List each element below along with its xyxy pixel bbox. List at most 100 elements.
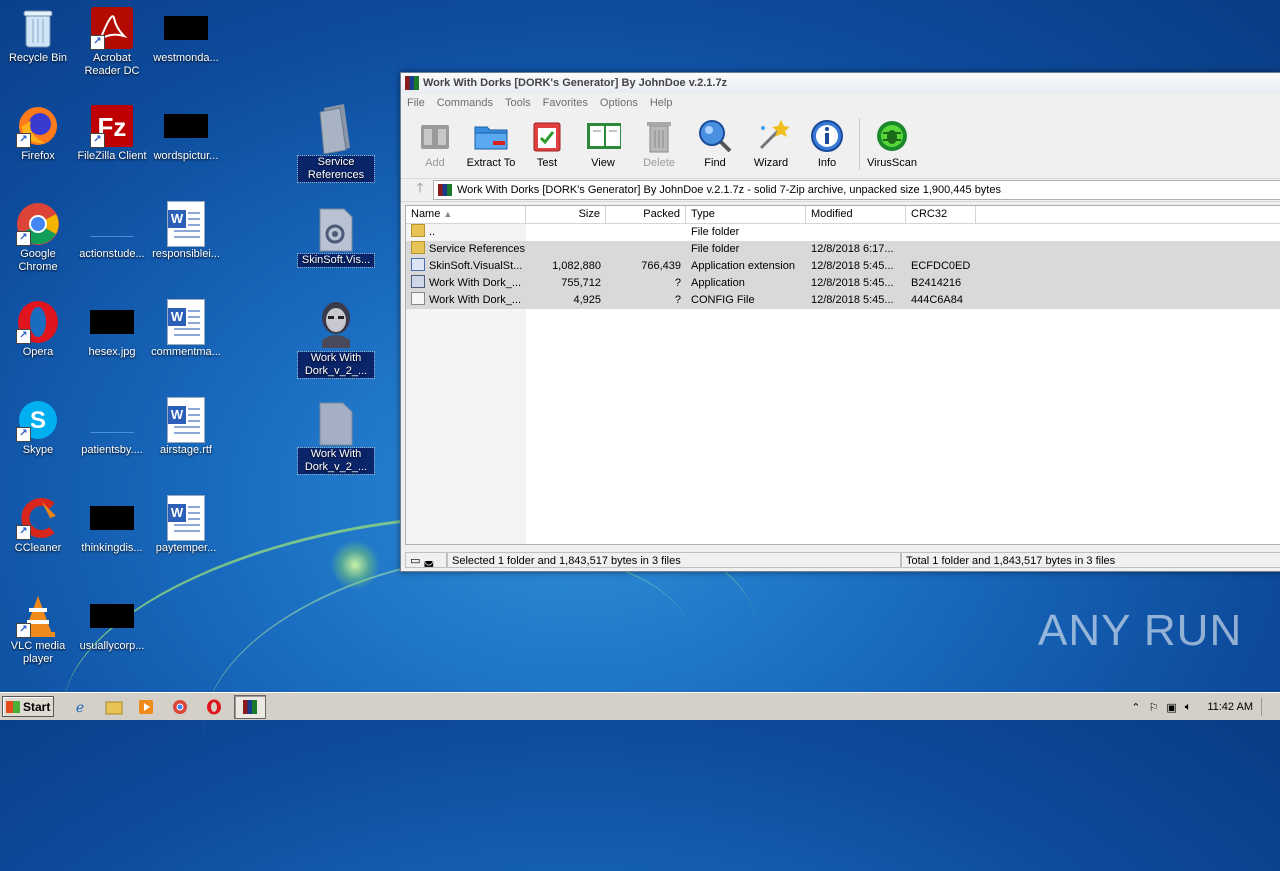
tray-expand-icon[interactable]: ⌃ <box>1131 701 1140 714</box>
column-header-crc32[interactable]: CRC32 <box>906 206 976 223</box>
show-desktop-button[interactable] <box>1261 698 1272 716</box>
desktop-icon-vlc[interactable]: ↗ VLC media player <box>0 594 76 666</box>
table-row[interactable]: Work With Dork_... 4,925? CONFIG File 12/8/… <box>406 292 1280 309</box>
desktop-icon-label: patientsby.... <box>81 444 143 456</box>
taskbar: Start ℯ ⌃ ⚐ ▣ 🔈︎ 11:42 AM <box>0 692 1280 720</box>
word-document-icon: W <box>164 495 208 541</box>
desktop-icon-opera[interactable]: ↗ Opera <box>0 300 76 359</box>
cell-crc: ECFDC0ED <box>911 260 971 272</box>
action-center-flag-icon[interactable]: ⚐ <box>1148 701 1158 714</box>
desktop-icon-wordspictur[interactable]: wordspictur... <box>148 104 224 163</box>
desktop-icon-label: Work With Dork_v_2_... <box>297 447 375 475</box>
desktop-icon-commentma[interactable]: W commentma... <box>148 299 224 359</box>
desktop-icon-patientsby[interactable]: patientsby.... <box>74 398 150 457</box>
desktop-icon-airstage[interactable]: W airstage.rtf <box>148 397 224 457</box>
hacker-mask-icon <box>314 300 358 350</box>
cell-size <box>526 241 606 258</box>
winrar-taskbar-button[interactable] <box>234 695 266 719</box>
desktop-icon-skinsoft[interactable]: SkinSoft.Vis... <box>297 208 375 268</box>
menu-commands[interactable]: Commands <box>437 97 493 109</box>
status-total: Total 1 folder and 1,843,517 bytes in 3 … <box>901 552 1280 568</box>
table-row[interactable]: .. File folder <box>406 224 1280 241</box>
desktop-icon-ccleaner[interactable]: ↗ CCleaner <box>0 496 76 555</box>
desktop-icon-responsiblei[interactable]: W responsiblei... <box>148 201 224 261</box>
column-header-modified[interactable]: Modified <box>806 206 906 223</box>
desktop-icon-filezilla[interactable]: Fz ↗ FileZilla Client <box>74 104 150 163</box>
desktop-icon-skype[interactable]: S ↗ Skype <box>0 398 76 457</box>
table-row[interactable]: SkinSoft.VisualSt... 1,082,880 766,439 Appl… <box>406 258 1280 275</box>
address-bar: 🡑 Work With Dorks [DORK's Generator] By … <box>401 179 1280 202</box>
desktop-icon-firefox[interactable]: ↗ Firefox <box>0 104 76 163</box>
up-arrow-icon[interactable]: 🡑 <box>407 179 433 201</box>
desktop-icon-hesex[interactable]: hesex.jpg <box>74 300 150 359</box>
add-button[interactable]: Add <box>407 116 463 169</box>
archive-path-field[interactable]: Work With Dorks [DORK's Generator] By Jo… <box>433 180 1280 200</box>
column-header-name[interactable]: Name ▲ <box>406 206 526 223</box>
volume-icon[interactable]: 🔈︎ <box>1185 701 1192 714</box>
info-button[interactable]: Info <box>799 116 855 169</box>
media-player-icon[interactable] <box>136 697 156 717</box>
desktop-icon-label: Acrobat Reader DC <box>84 52 140 77</box>
shortcut-arrow-icon: ↗ <box>90 35 105 50</box>
wizard-button[interactable]: Wizard <box>743 116 799 169</box>
desktop-icon-paytemper[interactable]: W paytemper... <box>148 495 224 555</box>
start-button[interactable]: Start <box>2 696 54 717</box>
ie-icon[interactable]: ℯ <box>70 697 90 717</box>
extract-to-button[interactable]: Extract To <box>463 116 519 169</box>
virusscan-button[interactable]: VirusScan <box>864 116 920 169</box>
drive-icon[interactable]: ▭ ◛ <box>405 552 447 568</box>
dll-icon <box>411 258 425 271</box>
add-archive-icon <box>417 118 453 154</box>
desktop-icon-thinkingdis[interactable]: thinkingdis... <box>74 496 150 555</box>
chrome-taskbar-icon[interactable] <box>170 697 190 717</box>
menu-file[interactable]: File <box>407 97 425 109</box>
desktop-icon-usuallycorp[interactable]: usuallycorp... <box>74 594 150 653</box>
view-button[interactable]: View <box>575 116 631 169</box>
window-titlebar[interactable]: Work With Dorks [DORK's Generator] By Jo… <box>401 73 1280 93</box>
table-row[interactable]: Work With Dork_... 755,712? Application 12/… <box>406 275 1280 292</box>
desktop-icon-actionstude[interactable]: actionstude... <box>74 202 150 261</box>
menu-tools[interactable]: Tools <box>505 97 531 109</box>
toolbar-separator <box>859 118 860 170</box>
test-button[interactable]: Test <box>519 116 575 169</box>
table-row[interactable]: Service References File folder 12/8/2018 6… <box>406 241 1280 258</box>
svg-text:S: S <box>30 407 46 434</box>
desktop-icon-chrome[interactable]: ↗ Google Chrome <box>0 202 76 274</box>
cell-size: 4,925 <box>573 294 601 306</box>
network-icon[interactable]: ▣ <box>1166 701 1176 714</box>
cell-packed: ? <box>674 277 681 289</box>
desktop-icon-recycle-bin[interactable]: Recycle Bin <box>0 6 76 65</box>
window-title: Work With Dorks [DORK's Generator] By Jo… <box>423 77 728 89</box>
cell-size: 755,712 <box>561 277 601 289</box>
desktop-icon-service-references[interactable]: Service References <box>297 104 375 183</box>
folder-icon <box>411 241 425 254</box>
trash-icon <box>641 118 677 154</box>
column-header-packed[interactable]: Packed <box>606 206 686 223</box>
column-header-type[interactable]: Type <box>686 206 806 223</box>
desktop-icon-westmonda[interactable]: westmonda... <box>148 6 224 65</box>
toolbar: Add Extract To Test View Delete Find Wiz… <box>401 112 1280 179</box>
menu-options[interactable]: Options <box>600 97 638 109</box>
clock[interactable]: 11:42 AM <box>1207 701 1253 713</box>
status-selected: Selected 1 folder and 1,843,517 bytes in… <box>447 552 901 568</box>
menu-favorites[interactable]: Favorites <box>543 97 588 109</box>
cell-crc: B2414216 <box>911 277 962 289</box>
desktop-icon-acrobat[interactable]: ↗ Acrobat Reader DC <box>74 6 150 78</box>
menu-help[interactable]: Help <box>650 97 673 109</box>
opera-taskbar-icon[interactable] <box>204 697 224 717</box>
blank-file-icon <box>90 398 134 442</box>
find-button[interactable]: Find <box>687 116 743 169</box>
chrome-icon: ↗ <box>16 202 60 246</box>
file-list[interactable]: Name ▲ Size Packed Type Modified CRC32 .… <box>405 205 1280 545</box>
delete-button[interactable]: Delete <box>631 116 687 169</box>
archive-window[interactable]: Work With Dorks [DORK's Generator] By Jo… <box>400 72 1280 572</box>
cell-size: 1,082,880 <box>552 260 601 272</box>
desktop-icon-work-with-dork-config[interactable]: Work With Dork_v_2_... <box>297 402 375 475</box>
cell-type: Application extension <box>691 260 795 272</box>
column-header-size[interactable]: Size <box>526 206 606 223</box>
cell-packed <box>606 241 686 258</box>
desktop-icon-work-with-dork-exe[interactable]: Work With Dork_v_2_... <box>297 300 375 379</box>
find-label: Find <box>704 157 726 169</box>
explorer-folder-icon[interactable] <box>104 697 124 717</box>
cell-packed <box>606 224 686 241</box>
